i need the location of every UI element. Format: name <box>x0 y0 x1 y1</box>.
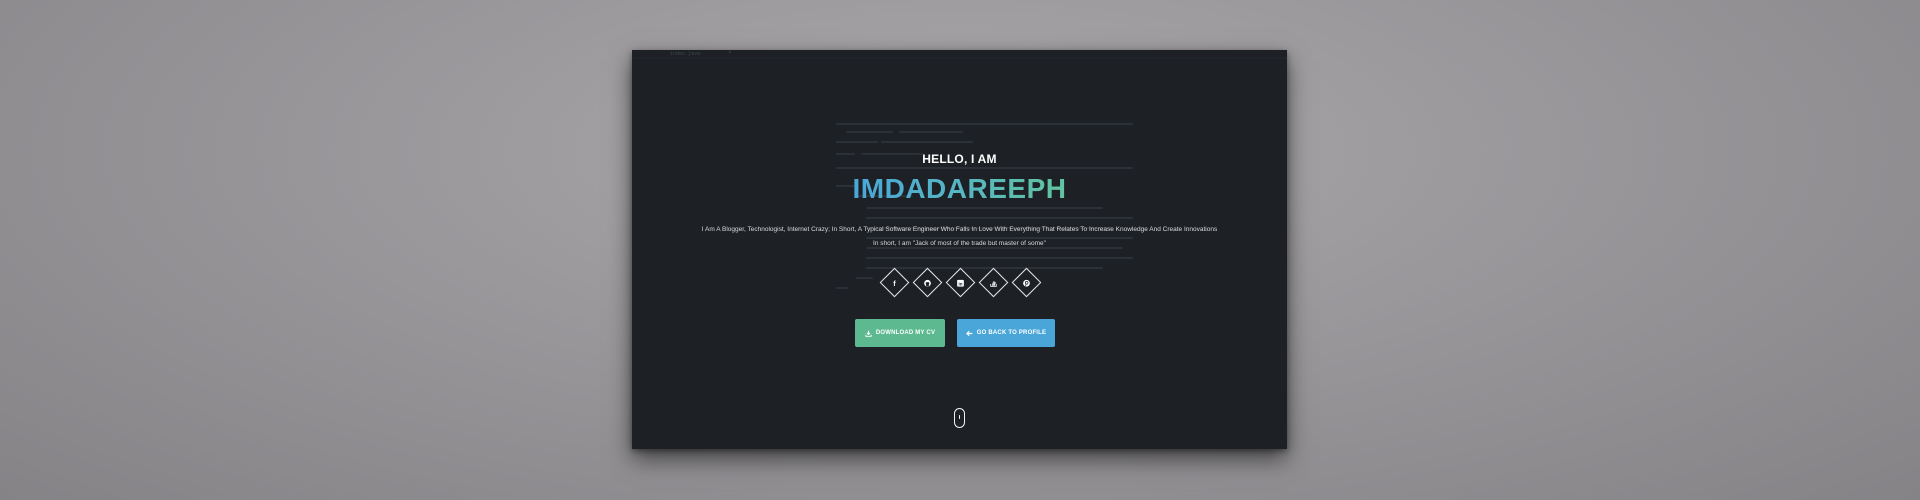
download-cv-label: DOWNLOAD MY CV <box>875 330 936 336</box>
svg-text:f: f <box>893 279 896 287</box>
editor-tab-label: index.java <box>670 51 701 57</box>
editor-tab-close-icon: × <box>728 50 732 56</box>
hero-name-text: IMDADAREEPH <box>852 173 1067 204</box>
pinterest-icon <box>1022 274 1030 292</box>
browser-frame: index.java × HELLO, I AM IMDADAREEPH I A… <box>632 50 1287 449</box>
stack-overflow-icon <box>989 274 997 292</box>
hero-tagline: I Am A Blogger, Technologist, Internet C… <box>701 226 1218 233</box>
hero-name: IMDADAREEPH <box>632 173 1287 205</box>
scroll-down-mouse-icon[interactable] <box>954 408 965 428</box>
social-pinterest-link[interactable] <box>1011 267 1041 298</box>
facebook-icon: f <box>890 274 898 292</box>
download-icon <box>865 330 872 337</box>
back-to-profile-button[interactable]: GO BACK TO PROFILE <box>957 319 1055 347</box>
mouse-wheel <box>958 415 961 419</box>
social-linkedin-link[interactable]: in <box>945 267 975 298</box>
hero-greeting: HELLO, I AM <box>922 152 997 166</box>
svg-text:in: in <box>958 281 962 286</box>
social-stackoverflow-link[interactable] <box>978 267 1008 298</box>
linkedin-icon: in <box>956 274 964 292</box>
back-to-profile-label: GO BACK TO PROFILE <box>976 330 1047 336</box>
hero-tagline-secondary: In short, I am "Jack of most of the trad… <box>873 240 1046 247</box>
background-code-texture <box>632 57 1287 289</box>
download-cv-button[interactable]: DOWNLOAD MY CV <box>855 319 945 347</box>
github-icon <box>923 274 931 292</box>
back-arrow-icon <box>965 330 973 336</box>
social-facebook-link[interactable]: f <box>879 267 909 298</box>
social-github-link[interactable] <box>912 267 942 298</box>
social-links: f in <box>632 267 1287 298</box>
